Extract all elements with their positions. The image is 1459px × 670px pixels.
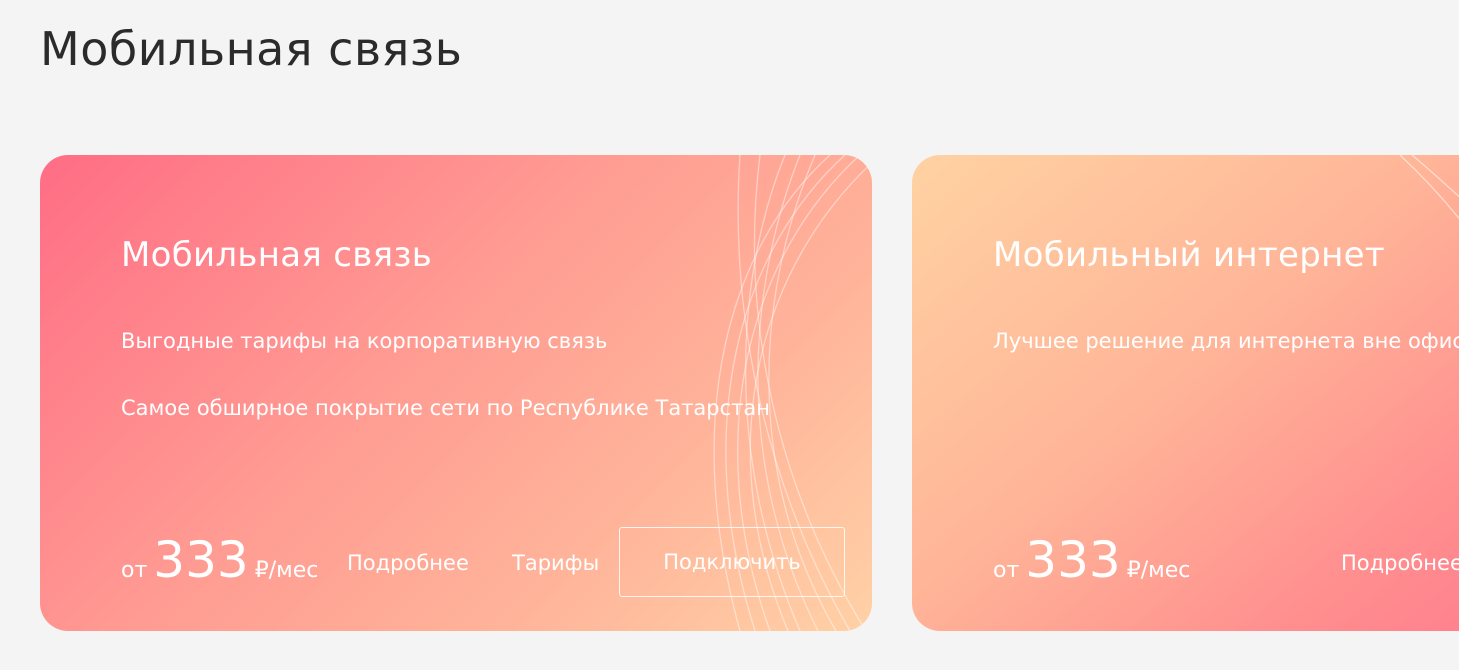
price-unit: ₽/мес [254, 558, 319, 583]
card-description-line: Самое обширное покрытие сети по Республи… [121, 396, 771, 420]
card-title: Мобильная связь [121, 235, 433, 275]
price-unit: ₽/мес [1126, 558, 1191, 583]
page: Мобильная связь Мобильная связь Выгодные… [0, 0, 1459, 670]
price: от 333 ₽/мес [121, 535, 318, 585]
price: от 333 ₽/мес [993, 535, 1190, 585]
connect-button[interactable]: Подключить [619, 527, 845, 597]
card-description-line: Выгодные тарифы на корпоративную связь [121, 329, 608, 353]
price-amount: 333 [153, 531, 249, 589]
card-mobile-connection: Мобильная связь Выгодные тарифы на корпо… [40, 155, 872, 631]
page-title: Мобильная связь [40, 22, 463, 76]
price-prefix: от [993, 558, 1020, 583]
price-amount: 333 [1025, 531, 1121, 589]
price-prefix: от [121, 558, 148, 583]
card-mobile-internet: Мобильный интернет Лучшее решение для ин… [912, 155, 1459, 631]
card-title: Мобильный интернет [993, 235, 1385, 275]
details-link[interactable]: Подробнее [347, 551, 469, 575]
card-description-line: Лучшее решение для интернета вне офиса [993, 329, 1459, 353]
details-link[interactable]: Подробнее [1341, 551, 1459, 575]
tariffs-link[interactable]: Тарифы [512, 551, 599, 575]
